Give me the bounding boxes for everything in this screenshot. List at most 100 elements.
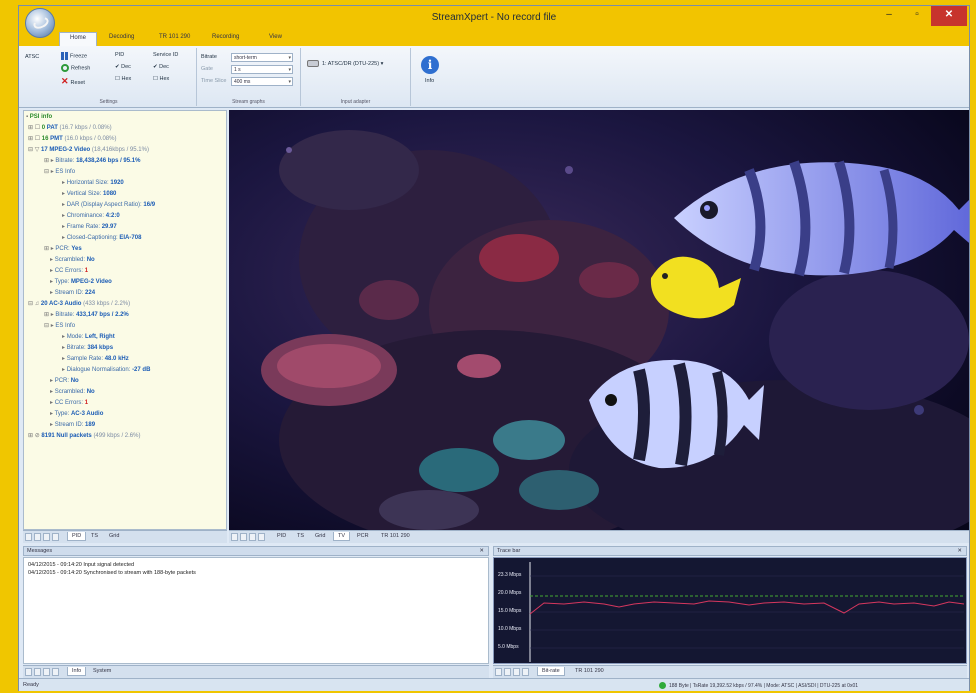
bitrate-select[interactable]: short-term <box>231 53 293 62</box>
last-tab-button[interactable] <box>52 533 59 541</box>
tab-tr101290[interactable]: TR 101 290 <box>159 34 190 46</box>
tree-leaf[interactable]: ▸ CC Errors: 1 <box>50 399 88 407</box>
stream-graphs-group-label: Stream graphs <box>232 99 265 105</box>
trace-bar-graph: 23.3 Mbps 20.0 Mbps 15.0 Mbps 10.0 Mbps … <box>493 557 967 664</box>
close-panel-icon[interactable]: ✕ <box>479 547 484 556</box>
tab-info[interactable]: Info <box>67 667 87 676</box>
first-tab-button[interactable] <box>495 668 502 676</box>
prev-tab-button[interactable] <box>34 668 41 676</box>
first-tab-button[interactable] <box>25 533 32 541</box>
window-controls: – ▫ ✕ <box>875 6 967 26</box>
tab-home[interactable]: Home <box>59 32 98 46</box>
tree-leaf[interactable]: ▸ Scrambled: No <box>50 256 95 264</box>
sid-dec-label: Dec <box>159 64 169 70</box>
tab-ts[interactable]: TS <box>293 532 308 540</box>
tab-recording[interactable]: Recording <box>212 34 239 46</box>
sid-dec-checkbox[interactable]: ✔ Dec <box>153 64 169 70</box>
tab-bitrate[interactable]: Bit-rate <box>537 667 565 676</box>
reset-button[interactable]: ✕ Reset <box>61 76 85 87</box>
next-tab-button[interactable] <box>249 533 256 541</box>
next-tab-button[interactable] <box>43 533 50 541</box>
pid-hex-checkbox[interactable]: ☐ Hex <box>115 76 131 82</box>
tree-leaf[interactable]: ▸ Mode: Left, Right <box>62 333 115 341</box>
close-button[interactable]: ✕ <box>931 6 967 26</box>
info-icon[interactable]: i <box>421 56 439 74</box>
tree-root[interactable]: ▪ PSI info <box>26 113 52 121</box>
app-menu-orb-icon[interactable] <box>25 8 55 38</box>
tree-leaf[interactable]: ⊞ ▸ PCR: Yes <box>44 245 82 253</box>
tab-grid[interactable]: Grid <box>105 532 123 540</box>
maximize-button[interactable]: ▫ <box>903 6 931 26</box>
sid-hex-checkbox[interactable]: ☐ Hex <box>153 76 169 82</box>
prev-tab-button[interactable] <box>240 533 247 541</box>
tree-node-pmt[interactable]: ⊞ ☐ 16 PMT (16.0 kbps / 0.08%) <box>28 135 116 143</box>
last-tab-button[interactable] <box>522 668 529 676</box>
tree-leaf[interactable]: ▸ PCR: No <box>50 377 79 385</box>
first-tab-button[interactable] <box>25 668 32 676</box>
leaf-value: 1080 <box>103 191 117 197</box>
tree-leaf[interactable]: ▸ Type: MPEG-2 Video <box>50 278 112 286</box>
tab-decoding[interactable]: Decoding <box>109 34 134 46</box>
freeze-button[interactable]: Freeze <box>61 52 87 60</box>
atsc-dropdown[interactable]: ATSC <box>25 54 39 60</box>
tab-tv[interactable]: TV <box>333 532 351 541</box>
tree-leaf[interactable]: ▸ CC Errors: 1 <box>50 267 88 275</box>
view-tab-bar: PID TS Grid TV PCR TR 101 290 <box>229 530 969 543</box>
tree-leaf[interactable]: ▸ Scrambled: No <box>50 388 95 396</box>
tree-leaf[interactable]: ⊟ ▸ ES Info <box>44 322 75 330</box>
pid-dec-checkbox[interactable]: ✔ Dec <box>115 64 131 70</box>
next-tab-button[interactable] <box>513 668 520 676</box>
tab-pid[interactable]: PID <box>273 532 290 540</box>
tree-leaf[interactable]: ⊞ ▸ Bitrate: 433,147 bps / 2.2% <box>44 311 129 319</box>
tree-leaf[interactable]: ⊟ ▸ ES Info <box>44 168 75 176</box>
tree-leaf[interactable]: ▸ Frame Rate: 29.97 <box>62 223 117 231</box>
last-tab-button[interactable] <box>52 668 59 676</box>
tree-leaf[interactable]: ▸ Stream ID: 224 <box>50 289 95 297</box>
close-panel-icon[interactable]: ✕ <box>957 547 962 556</box>
tree-node-audio[interactable]: ⊟ ♫ 20 AC-3 Audio (433 kbps / 2.2%) <box>28 300 130 308</box>
messages-panel: 04/12/2015 - 09:14:20 Input signal detec… <box>23 557 489 664</box>
tree-leaf[interactable]: ▸ DAR (Display Aspect Ratio): 16/9 <box>62 201 155 209</box>
tab-pcr[interactable]: PCR <box>353 532 373 540</box>
gate-label: Gate <box>201 66 213 72</box>
tree-leaf[interactable]: ▸ Closed-Captioning: EIA-708 <box>62 234 141 242</box>
tab-tr101290[interactable]: TR 101 290 <box>571 667 608 675</box>
tree-node-pat[interactable]: ⊞ ☐ 0 PAT (16.7 kbps / 0.08%) <box>28 124 112 132</box>
prev-tab-button[interactable] <box>34 533 41 541</box>
node-name: 20 AC-3 Audio <box>40 301 82 307</box>
aquarium-image <box>229 110 969 530</box>
tree-leaf[interactable]: ▸ Dialogue Normalisation: -27 dB <box>62 366 150 374</box>
tree-node-null[interactable]: ⊞ ⊘ 8191 Null packets (499 kbps / 2.6%) <box>28 432 140 440</box>
tab-ts[interactable]: TS <box>87 532 102 540</box>
first-tab-button[interactable] <box>231 533 238 541</box>
refresh-icon <box>61 64 69 72</box>
gate-select[interactable]: 1 s <box>231 65 293 74</box>
tree-leaf[interactable]: ▸ Sample Rate: 48.0 kHz <box>62 355 129 363</box>
tree-leaf[interactable]: ▸ Stream ID: 189 <box>50 421 95 429</box>
tree-leaf[interactable]: ▸ Type: AC-3 Audio <box>50 410 103 418</box>
tree-leaf[interactable]: ▸ Horizontal Size: 1920 <box>62 179 124 187</box>
tab-tr101290[interactable]: TR 101 290 <box>377 532 414 540</box>
tree-root-label: PSI info <box>29 114 53 120</box>
leaf-label: Frame Rate: <box>66 224 101 230</box>
tab-grid[interactable]: Grid <box>311 532 329 540</box>
minimize-button[interactable]: – <box>875 6 903 26</box>
tree-leaf[interactable]: ⊞ ▸ Bitrate: 18,438,246 bps / 95.1% <box>44 157 140 165</box>
tree-leaf[interactable]: ▸ Chrominance: 4:2:0 <box>62 212 120 220</box>
next-tab-button[interactable] <box>43 668 50 676</box>
time-slice-select[interactable]: 400 ms <box>231 77 293 86</box>
tree-leaf[interactable]: ▸ Vertical Size: 1080 <box>62 190 116 198</box>
tab-system[interactable]: System <box>89 667 115 675</box>
input-adapter-value: 1: ATSC/DR (DTU-225) <box>322 60 380 67</box>
prev-tab-button[interactable] <box>504 668 511 676</box>
tree-leaf[interactable]: ▸ Bitrate: 384 kbps <box>62 344 113 352</box>
service-id-heading: Service ID <box>153 52 179 58</box>
tree-node-video[interactable]: ⊟ ▽ 17 MPEG-2 Video (18,416kbps / 95.1%) <box>28 146 149 154</box>
input-adapter-dropdown[interactable]: 1: ATSC/DR (DTU-225) ▾ <box>307 60 383 67</box>
last-tab-button[interactable] <box>258 533 265 541</box>
leaf-value: AC-3 Audio <box>70 411 104 417</box>
tab-pid[interactable]: PID <box>67 532 87 541</box>
refresh-button[interactable]: Refresh <box>61 64 90 72</box>
tab-view[interactable]: View <box>269 34 282 46</box>
leaf-value: 16/9 <box>143 202 156 208</box>
